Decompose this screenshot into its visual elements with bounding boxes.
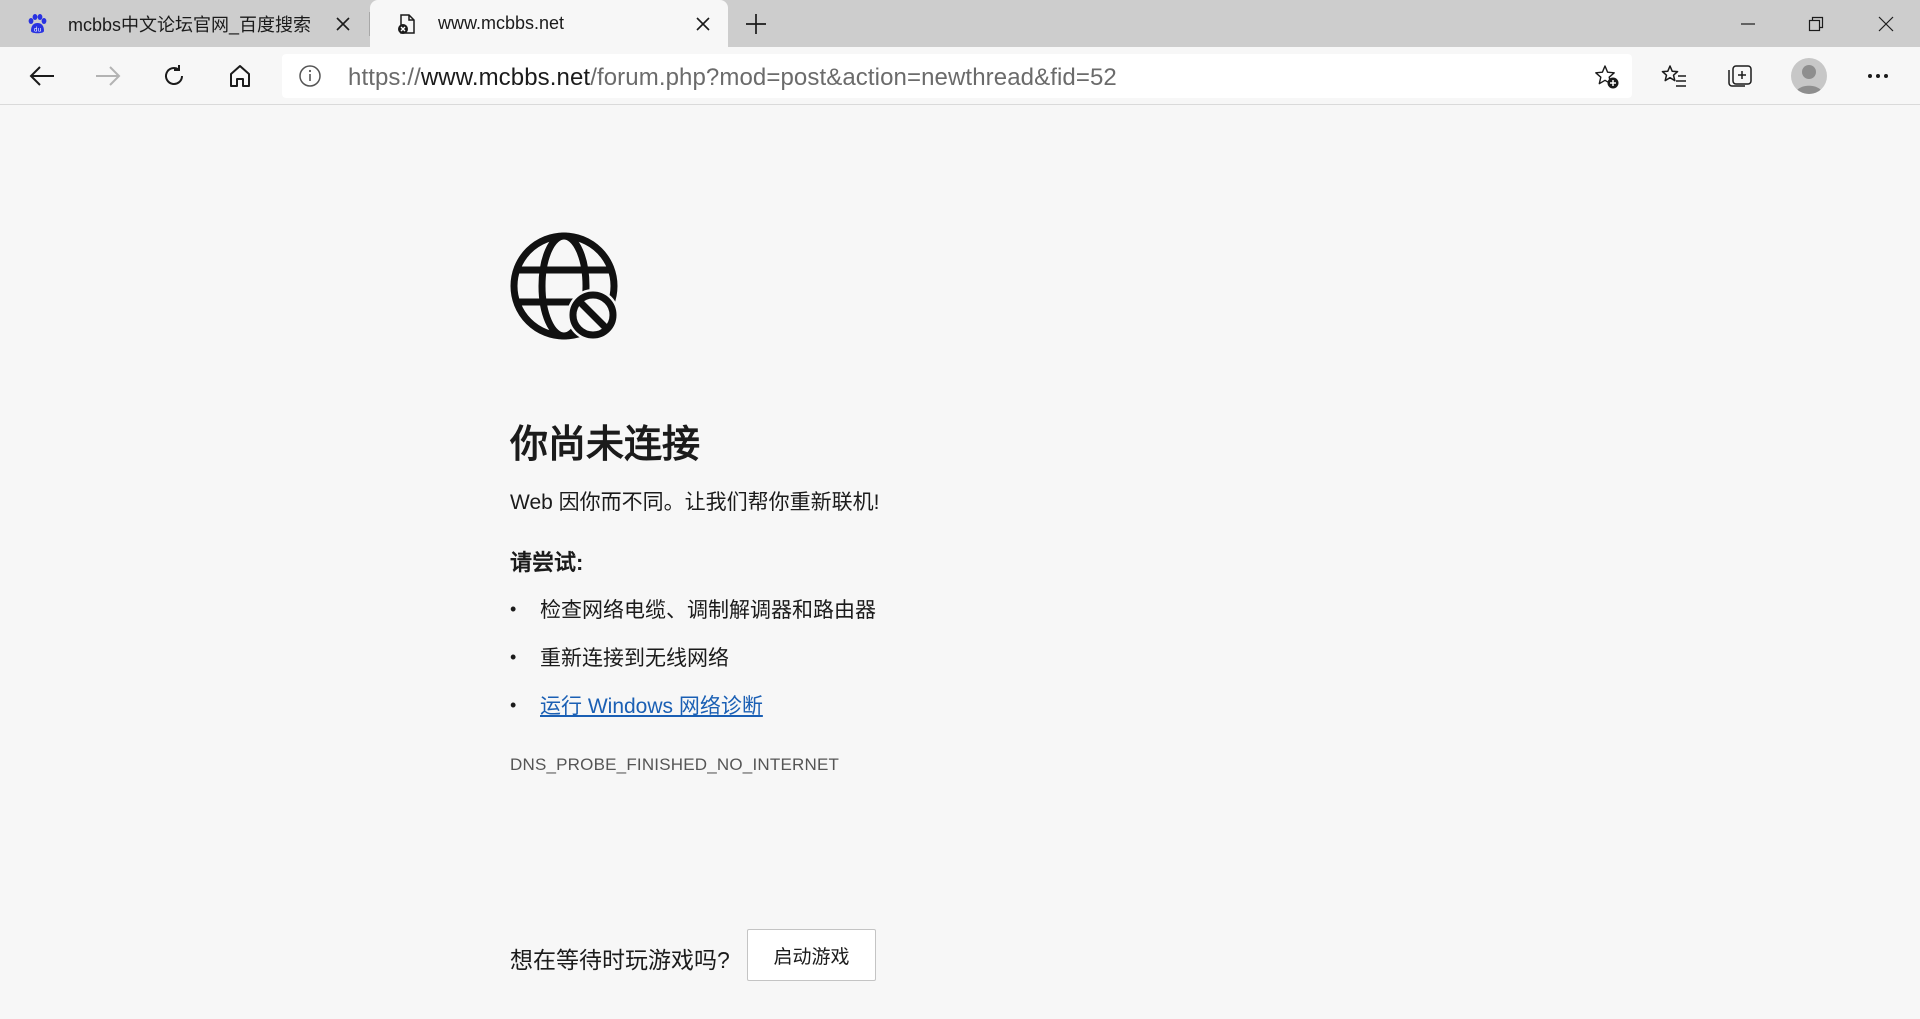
url-scheme: https:// bbox=[348, 64, 421, 91]
forward-button[interactable] bbox=[88, 56, 128, 96]
baidu-paw-icon: du bbox=[26, 13, 48, 35]
suggestion-list: • 检查网络电缆、调制解调器和路由器 • 重新连接到无线网络 • 运行 Windows… bbox=[510, 585, 876, 729]
browser-toolbar: https://www.mcbbs.net/forum.php?mod=post… bbox=[0, 47, 1920, 105]
tab-strip: du mcbbs中文论坛官网_百度搜索 www.mcbbs.net bbox=[0, 0, 1920, 47]
close-tab-icon[interactable] bbox=[328, 9, 358, 39]
error-subtitle: Web 因你而不同。让我们帮你重新联机! bbox=[510, 491, 880, 514]
favorites-button[interactable] bbox=[1654, 56, 1694, 96]
favorites-list-icon bbox=[1661, 65, 1686, 87]
bullet: • bbox=[510, 598, 517, 619]
minimize-button[interactable] bbox=[1714, 0, 1782, 47]
tab-mcbbs[interactable]: www.mcbbs.net bbox=[370, 0, 728, 47]
tab-baidu-search[interactable]: du mcbbs中文论坛官网_百度搜索 bbox=[0, 0, 368, 47]
suggestion-text: 检查网络电缆、调制解调器和路由器 bbox=[540, 599, 876, 622]
back-button[interactable] bbox=[22, 56, 62, 96]
close-tab-icon[interactable] bbox=[688, 9, 718, 39]
collections-icon bbox=[1728, 65, 1752, 87]
add-favorite-icon[interactable] bbox=[1592, 62, 1622, 92]
list-item: • 运行 Windows 网络诊断 bbox=[510, 681, 876, 729]
info-icon[interactable] bbox=[298, 64, 322, 88]
launch-game-button[interactable]: 启动游戏 bbox=[747, 929, 876, 981]
globe-blocked-icon bbox=[510, 232, 620, 342]
user-icon bbox=[1795, 65, 1823, 94]
suggestion-text: 重新连接到无线网络 bbox=[540, 647, 729, 670]
profile-avatar[interactable] bbox=[1791, 58, 1827, 94]
error-code: DNS_PROBE_FINISHED_NO_INTERNET bbox=[510, 755, 840, 774]
refresh-icon bbox=[165, 65, 183, 85]
collections-button[interactable] bbox=[1720, 56, 1760, 96]
arrow-right-icon bbox=[96, 66, 121, 86]
refresh-button[interactable] bbox=[154, 56, 194, 96]
game-prompt: 想在等待时玩游戏吗? bbox=[510, 947, 730, 973]
more-icon bbox=[1868, 74, 1888, 78]
url-text[interactable]: https://www.mcbbs.net/forum.php?mod=post… bbox=[348, 64, 1117, 92]
tab-title: mcbbs中文论坛官网_百度搜索 bbox=[68, 14, 312, 35]
home-button[interactable] bbox=[220, 56, 260, 96]
close-icon bbox=[1878, 16, 1894, 31]
try-label: 请尝试: bbox=[510, 550, 584, 575]
svg-text:du: du bbox=[34, 26, 42, 33]
address-bar[interactable]: https://www.mcbbs.net/forum.php?mod=post… bbox=[282, 54, 1632, 98]
bullet: • bbox=[510, 646, 517, 667]
arrow-left-icon bbox=[29, 66, 54, 86]
page-error-icon bbox=[396, 13, 418, 35]
error-heading: 你尚未连接 bbox=[510, 424, 701, 466]
minimize-icon bbox=[1741, 22, 1755, 25]
plus-icon bbox=[746, 14, 766, 34]
new-tab-button[interactable] bbox=[740, 8, 772, 40]
tab-title: www.mcbbs.net bbox=[438, 13, 565, 33]
settings-menu-button[interactable] bbox=[1858, 56, 1898, 96]
url-host: www.mcbbs.net bbox=[420, 64, 591, 91]
list-item: • 重新连接到无线网络 bbox=[510, 633, 876, 681]
close-window-button[interactable] bbox=[1852, 0, 1920, 47]
network-diagnostics-link[interactable]: 运行 Windows 网络诊断 bbox=[540, 690, 763, 720]
home-icon bbox=[230, 65, 250, 87]
bullet: • bbox=[510, 694, 517, 715]
url-path: /forum.php?mod=post&action=newthread&fid… bbox=[590, 64, 1117, 91]
restore-icon bbox=[1808, 16, 1824, 31]
list-item: • 检查网络电缆、调制解调器和路由器 bbox=[510, 585, 876, 633]
restore-button[interactable] bbox=[1782, 0, 1850, 47]
